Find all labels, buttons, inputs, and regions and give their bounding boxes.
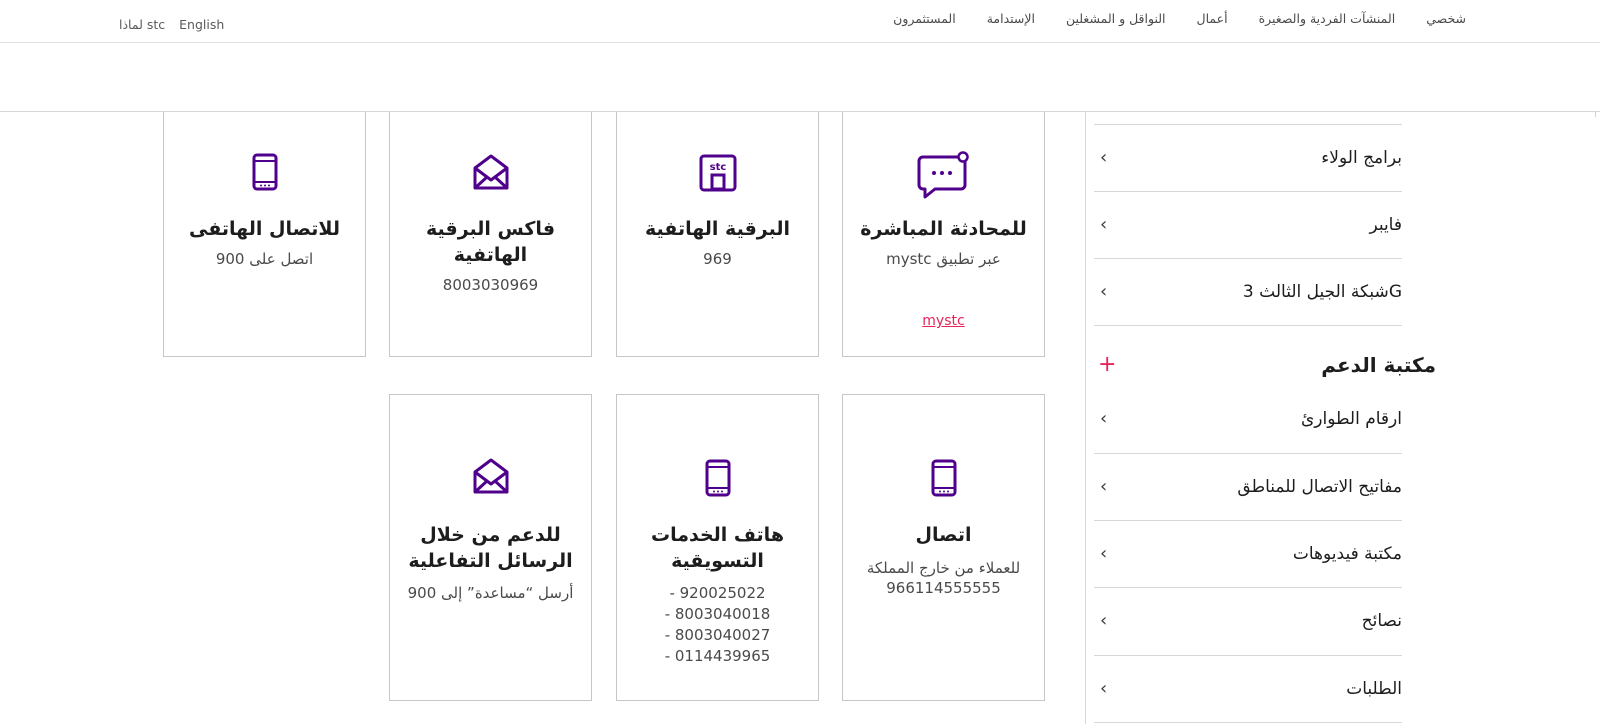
chevron-left-icon: ‹ [1100,610,1108,631]
sidebar-item-3g[interactable]: شبكة الجيل الثالث 3G ‹ [1094,259,1402,325]
utility-links-overlay: لماذا stc English [119,17,238,33]
sidebar-item-tips[interactable]: نصائح ‹ [1094,588,1402,654]
card-subtitle: للعملاء من خارج المملكة [866,559,1021,577]
why-stc-link[interactable]: لماذا stc [119,17,165,33]
sidebar-divider [1085,112,1086,724]
sidebar-item-label: ارقام الطوارئ [1300,409,1402,429]
card-subtitle: 8003030969 [442,276,539,294]
nav-sustainability[interactable]: الإستدامة [987,11,1035,27]
sidebar-separator [1094,722,1402,723]
section-title: مكتبة الدعم [1321,353,1436,377]
sidebar-item-requests[interactable]: الطلبات ‹ [1094,656,1402,722]
nav-small-business[interactable]: المنشآت الفردية والصغيرة [1259,11,1396,27]
sidebar-item-label: الطلبات [1346,679,1402,699]
sidebar-separator [1094,325,1402,326]
card-phone-call[interactable]: للاتصال الهاتفى اتصل على 900 [163,86,366,357]
card-title: البرقية الهاتفية [645,218,790,240]
card-phone-line: 0114439965 - [664,647,771,665]
sidebar-item-label: نصائح [1361,611,1402,631]
sidebar-item-area-codes[interactable]: مفاتيح الاتصال للمناطق ‹ [1094,454,1402,520]
card-phone-line: 8003040018 - [664,605,771,623]
nav-carriers[interactable]: النواقل و المشغلين [1066,11,1166,27]
card-phone-line: 8003040027 - [664,626,771,644]
chevron-left-icon: ‹ [1100,543,1108,564]
card-title: للمحادثة المباشرة [860,218,1027,240]
mystc-link[interactable]: mystc [843,313,1044,329]
chevron-left-icon: ‹ [1100,408,1108,429]
sidebar-item-fiber[interactable]: فايبر ‹ [1094,192,1402,258]
support-library-header[interactable]: مكتبة الدعم + [1094,345,1436,385]
svg-text:stc: stc [709,162,726,173]
plus-icon[interactable]: + [1098,345,1116,385]
sidebar-item-loyalty[interactable]: برامج الولاء ‹ [1094,125,1402,191]
top-navigation-bar-overlay: شخصي المنشآت الفردية والصغيرة أعمال النو… [0,0,1600,43]
card-telegram-fax[interactable]: فاكس البرقية الهاتفية 8003030969 [389,86,592,357]
sidebar-item-videos[interactable]: مكتبة فيديوهات ‹ [1094,521,1402,587]
envelope-icon [390,153,591,193]
chevron-left-icon: ‹ [1100,214,1108,235]
chat-bubble-icon [843,151,1044,199]
mobile-phone-icon [843,459,1044,499]
card-phone-number: 966114555555 [886,579,1001,597]
card-live-chat[interactable]: للمحادثة المباشرة عبر تطبيق mystc mystc [842,86,1045,357]
card-subtitle: أرسل “مساعدة” إلى 900 [407,584,574,602]
card-international-call[interactable]: اتصال للعملاء من خارج المملكة 9661145555… [842,394,1045,701]
card-phone-line: 920025022 - [669,584,766,602]
card-title: اتصال [915,524,972,546]
sidebar-item-label: برامج الولاء [1321,148,1402,168]
chevron-left-icon: ‹ [1100,281,1108,302]
nav-business[interactable]: أعمال [1197,11,1228,27]
nav-personal[interactable]: شخصي [1426,11,1466,27]
sidebar-item-emergency[interactable]: ارقام الطوارئ ‹ [1094,386,1402,452]
segment-nav-overlay: شخصي المنشآت الفردية والصغيرة أعمال النو… [862,11,1466,27]
card-interactive-messages[interactable]: للدعم من خلال الرسائل التفاعلية أرسل “مس… [389,394,592,701]
sidebar-item-label: شبكة الجيل الثالث 3G [1242,282,1402,302]
card-subtitle: 969 [703,250,732,268]
sidebar-item-label: فايبر [1369,215,1402,235]
card-title: للاتصال الهاتفى [188,218,340,240]
mobile-phone-icon [617,459,818,499]
card-marketing-phone[interactable]: هاتف الخدمات التسويقية 920025022 - 80030… [616,394,819,701]
stc-store-icon: stc [617,153,818,193]
sidebar-item-label: مفاتيح الاتصال للمناطق [1237,477,1402,497]
english-link[interactable]: English [179,17,224,33]
mobile-phone-icon [164,153,365,193]
chevron-left-icon: ‹ [1100,476,1108,497]
nav-investors[interactable]: المستثمرون [893,11,956,27]
card-telegram[interactable]: stc البرقية الهاتفية 969 [616,86,819,357]
sidebar-item-label: مكتبة فيديوهات [1292,544,1402,564]
chevron-left-icon: ‹ [1100,147,1108,168]
chevron-left-icon: ‹ [1100,678,1108,699]
card-title: هاتف الخدمات التسويقية [651,524,784,572]
card-subtitle: اتصل على 900 [215,250,314,268]
envelope-icon [390,457,591,497]
card-title: فاكس البرقية الهاتفية [425,218,556,266]
card-title: للدعم من خلال الرسائل التفاعلية [408,524,573,572]
card-subtitle: عبر تطبيق mystc [886,250,1001,268]
header-band-overlay [0,43,1600,112]
